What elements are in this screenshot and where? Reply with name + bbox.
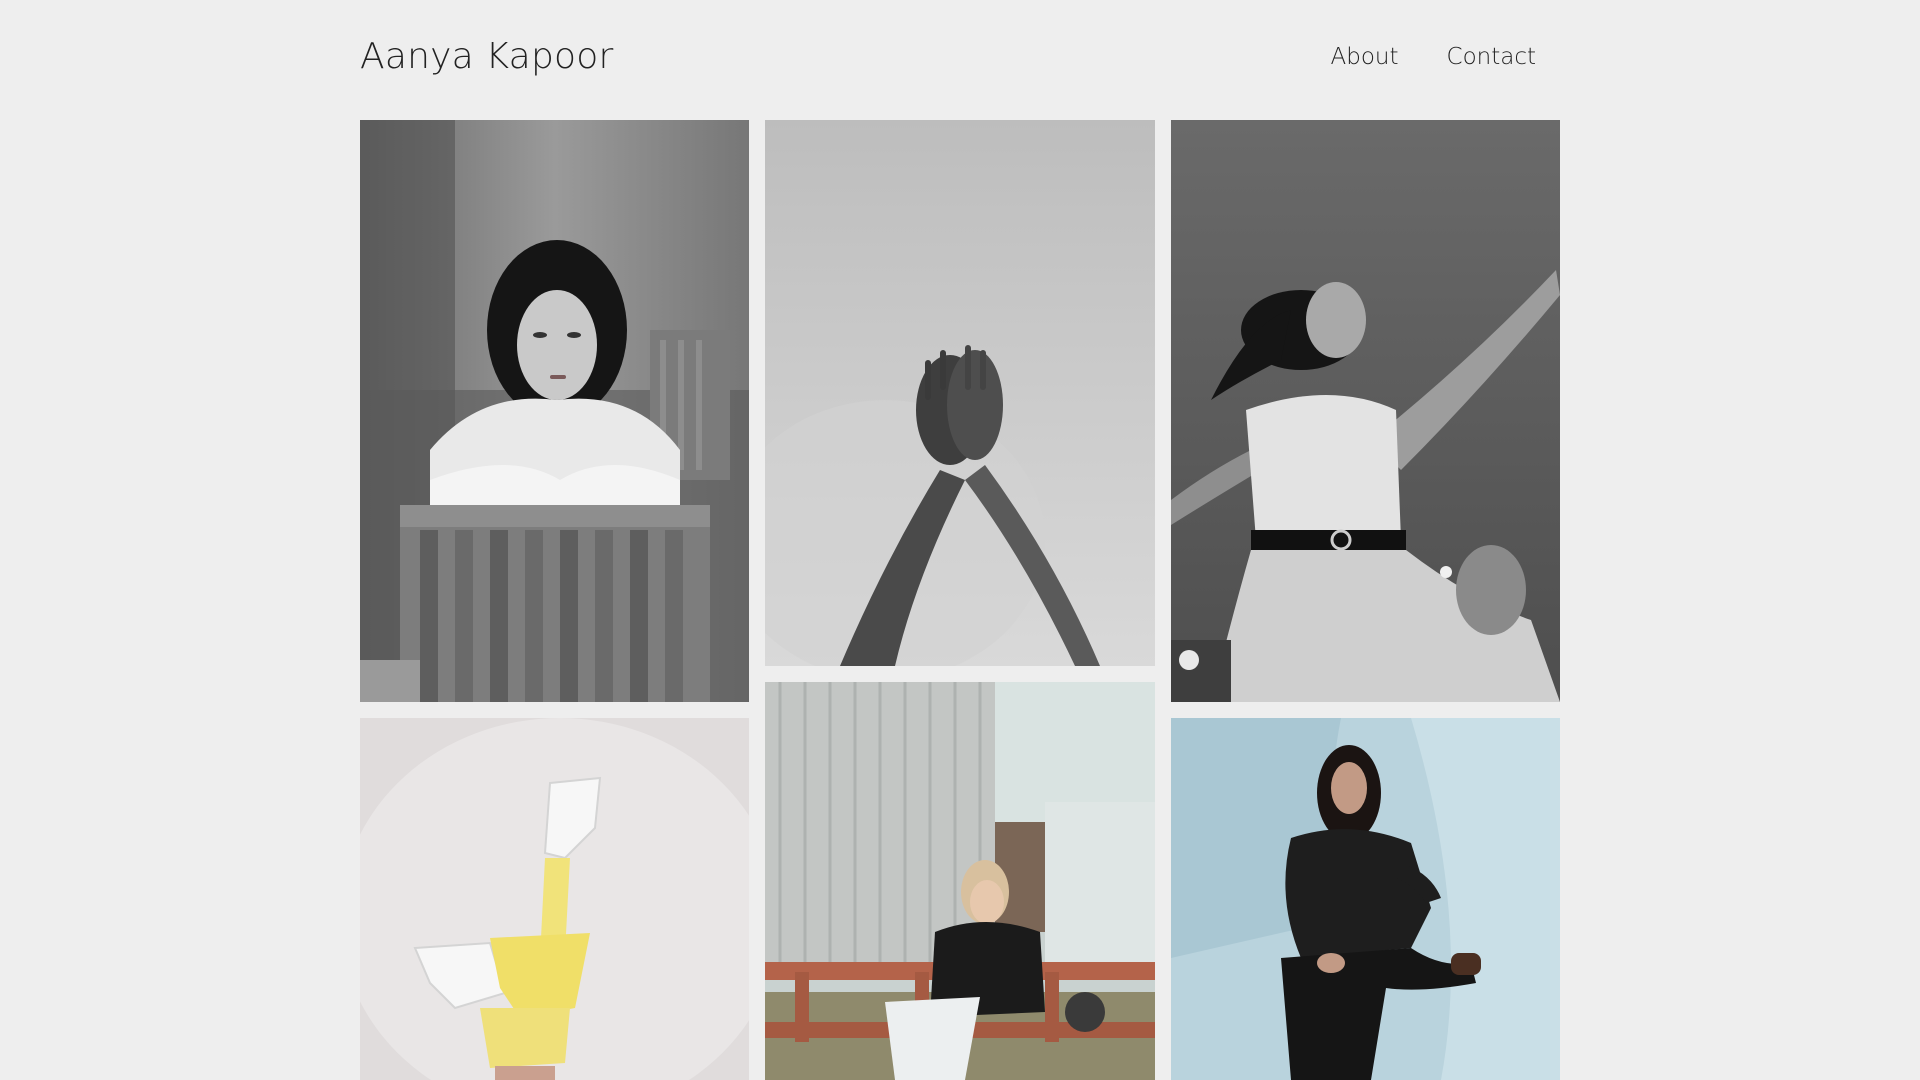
- gallery-photo-dancer[interactable]: [1171, 120, 1560, 702]
- photo-hands-image: [765, 120, 1155, 666]
- gallery-photo-trailer[interactable]: [765, 682, 1155, 1080]
- site-title[interactable]: Aanya Kapoor: [360, 36, 613, 77]
- gallery-photo-hands[interactable]: [765, 120, 1155, 666]
- nav-about-link[interactable]: About: [1331, 44, 1399, 70]
- gallery-photo-blue-backdrop[interactable]: [1171, 718, 1560, 1080]
- portfolio-page: Aanya Kapoor About Contact: [0, 0, 1920, 1080]
- nav-contact-link[interactable]: Contact: [1447, 44, 1536, 70]
- photo-trailer-image: [765, 682, 1155, 1080]
- gallery-photo-chair-portrait[interactable]: [360, 120, 749, 702]
- main-nav: About Contact: [1331, 44, 1537, 70]
- photo-dancer-image: [1171, 120, 1560, 702]
- gallery-photo-yellow-pants[interactable]: [360, 718, 749, 1080]
- photo-yellow-pants-image: [360, 718, 749, 1080]
- photo-blue-backdrop-image: [1171, 718, 1560, 1080]
- photo-chair-portrait-image: [360, 120, 749, 702]
